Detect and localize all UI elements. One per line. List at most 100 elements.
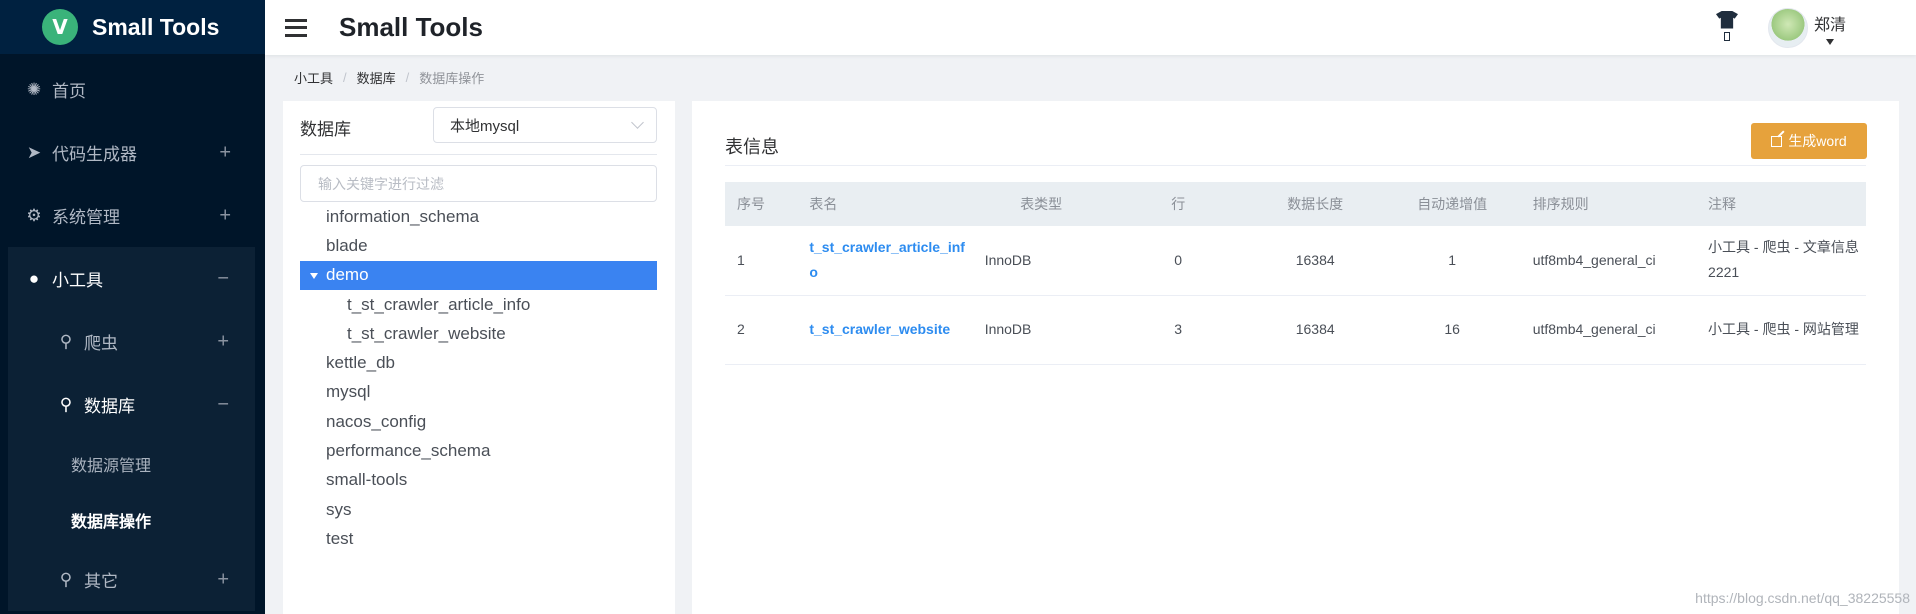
- sidebar-item-datasource[interactable]: 数据源管理: [8, 436, 255, 492]
- breadcrumb-separator: /: [343, 70, 347, 85]
- sidebar-item-code-generator[interactable]: ➤ 代码生成器 +: [0, 121, 265, 184]
- tree-node-label: information_schema: [326, 206, 480, 226]
- sidebar-item-label: 爬虫: [84, 334, 118, 353]
- cell-data-length: 16384: [1246, 295, 1384, 365]
- cell-comment: 小工具 - 爬虫 - 网站管理: [1696, 295, 1866, 365]
- cell-rows: 0: [1109, 226, 1247, 296]
- sidebar-item-label: 数据源管理: [71, 458, 152, 475]
- caret-down-icon[interactable]: [310, 272, 318, 279]
- tree-node[interactable]: nacos_config: [300, 407, 657, 436]
- cell-collation: utf8mb4_general_ci: [1520, 295, 1697, 365]
- table-row: 2 t_st_crawler_website InnoDB 3 16384 16…: [725, 295, 1866, 365]
- sidebar-item-other[interactable]: ⚲ 其它 +: [8, 548, 255, 611]
- breadcrumb-item[interactable]: 数据库: [357, 68, 396, 87]
- breadcrumb: 小工具 / 数据库 / 数据库操作: [294, 68, 484, 87]
- sidebar-item-tools[interactable]: ● 小工具 −: [8, 247, 255, 310]
- column-header: 表名: [797, 182, 973, 226]
- table-info-table: 序号 表名 表类型 行 数据长度 自动递增值 排序规则 注释 1 t_st_cr…: [725, 182, 1866, 365]
- column-header: 表类型: [972, 182, 1110, 226]
- generate-word-button[interactable]: 生成word: [1751, 123, 1867, 159]
- tree-node[interactable]: information_schema: [300, 202, 657, 231]
- column-header: 注释: [1696, 182, 1866, 226]
- collapse-icon: −: [217, 267, 229, 289]
- tree-node[interactable]: test: [300, 524, 657, 553]
- user-dropdown[interactable]: 郑清: [1814, 11, 1846, 45]
- logo-badge-icon: V: [42, 9, 78, 45]
- app-logo[interactable]: V Small Tools: [0, 0, 265, 54]
- bulb-icon: ●: [28, 268, 40, 288]
- tree-node[interactable]: blade: [300, 231, 657, 260]
- filter-input[interactable]: [300, 165, 657, 202]
- tree-node-selected[interactable]: demo: [300, 260, 657, 290]
- cell-auto-increment: 1: [1383, 226, 1521, 296]
- tree-node-label: performance_schema: [326, 441, 491, 461]
- database-select-row: 数据库 本地mysql: [300, 107, 657, 147]
- cell-index: 1: [725, 226, 798, 296]
- sidebar-item-system[interactable]: ⚙ 系统管理 +: [0, 184, 265, 247]
- column-header: 排序规则: [1520, 182, 1697, 226]
- sidebar-item-label: 系统管理: [52, 208, 120, 227]
- tree-node[interactable]: performance_schema: [300, 436, 657, 465]
- chevron-down-icon: [631, 116, 644, 129]
- expand-icon: +: [219, 204, 231, 226]
- gear-icon: ⚙: [26, 205, 42, 225]
- table-header-row: 序号 表名 表类型 行 数据长度 自动递增值 排序规则 注释: [725, 182, 1866, 226]
- tree-node[interactable]: small-tools: [300, 466, 657, 495]
- edit-icon: [1771, 135, 1783, 147]
- breadcrumb-current: 数据库操作: [419, 71, 485, 86]
- theme-shirt-icon[interactable]: [1714, 10, 1740, 45]
- search-icon: ⚲: [59, 394, 73, 414]
- divider: [725, 165, 1866, 166]
- sidebar-item-database[interactable]: ⚲ 数据库 −: [8, 373, 255, 436]
- avatar[interactable]: [1767, 7, 1808, 48]
- expand-icon: +: [217, 330, 229, 352]
- database-select[interactable]: 本地mysql: [433, 107, 657, 143]
- tree-node[interactable]: sys: [300, 495, 657, 524]
- sidebar-item-label: 小工具: [52, 271, 103, 290]
- tree-node[interactable]: t_st_crawler_website: [300, 319, 657, 348]
- cell-rows: 3: [1109, 295, 1247, 365]
- search-icon: ⚲: [59, 569, 73, 589]
- user-name: 郑清: [1813, 16, 1846, 34]
- tree-node-label: t_st_crawler_article_info: [347, 294, 531, 314]
- tree-node-label: t_st_crawler_website: [347, 323, 506, 343]
- sidebar-item-crawler[interactable]: ⚲ 爬虫 +: [8, 310, 255, 373]
- tree-node[interactable]: mysql: [300, 378, 657, 407]
- cell-comment: 小工具 - 爬虫 - 文章信息2221: [1696, 226, 1866, 296]
- sidebar-item-label: 首页: [52, 82, 86, 101]
- column-header: 数据长度: [1246, 182, 1384, 226]
- column-header: 序号: [725, 182, 798, 226]
- generate-word-label: 生成word: [1788, 133, 1847, 149]
- breadcrumb-item[interactable]: 小工具: [294, 68, 333, 87]
- column-header: 行: [1109, 182, 1247, 226]
- tree-node-label: sys: [326, 499, 352, 519]
- tree-node-label: small-tools: [326, 470, 408, 490]
- sidebar-item-db-operation[interactable]: 数据库操作: [8, 492, 255, 548]
- header-user-area: 郑清: [1714, 0, 1846, 55]
- cell-table-name-link[interactable]: t_st_crawler_article_info: [797, 226, 973, 296]
- table-row: 1 t_st_crawler_article_info InnoDB 0 163…: [725, 226, 1866, 296]
- sidebar-item-home[interactable]: ✺ 首页: [0, 58, 265, 121]
- menu-toggle-icon[interactable]: [285, 18, 307, 37]
- cell-table-type: InnoDB: [972, 226, 1110, 296]
- cell-table-name-link[interactable]: t_st_crawler_website: [797, 295, 973, 365]
- database-tree: information_schema blade demo t_st_crawl…: [300, 202, 657, 554]
- sidebar-menu: ✺ 首页 ➤ 代码生成器 + ⚙ 系统管理 +: [0, 58, 265, 247]
- caret-down-icon: [1825, 38, 1834, 45]
- column-header: 自动递增值: [1383, 182, 1521, 226]
- expand-icon: +: [219, 141, 231, 163]
- cell-index: 2: [725, 295, 798, 365]
- sidebar-item-label: 其它: [84, 572, 118, 591]
- sidebar-item-label: 数据库: [84, 397, 135, 416]
- tree-node[interactable]: kettle_db: [300, 348, 657, 377]
- sidebar-submenu-tools: ● 小工具 − ⚲ 爬虫 + ⚲ 数据库 − 数据源管理 数据库操作 ⚲ 其它 …: [8, 247, 255, 611]
- tree-node-label: kettle_db: [326, 353, 395, 373]
- expand-icon: +: [217, 568, 229, 590]
- table-info-panel: 表信息 生成word 序号 表名 表类型 行 数据长度 自动递增值 排序规则 注…: [692, 101, 1899, 614]
- panel-title: 表信息: [725, 137, 779, 157]
- cell-data-length: 16384: [1246, 226, 1384, 296]
- top-header: Small Tools 郑清: [265, 0, 1916, 55]
- sidebar-item-label: 数据库操作: [71, 514, 152, 531]
- tree-node[interactable]: t_st_crawler_article_info: [300, 290, 657, 319]
- tree-node-label: demo: [326, 265, 369, 285]
